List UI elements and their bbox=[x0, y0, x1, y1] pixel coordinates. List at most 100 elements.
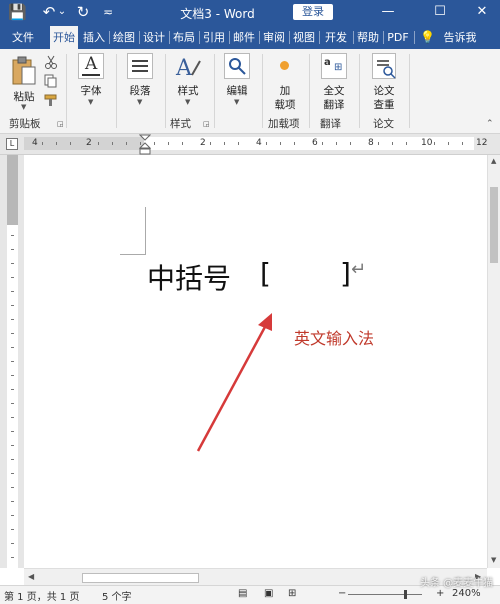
styles-label: 样式 bbox=[177, 85, 199, 97]
ruler-tick bbox=[210, 142, 211, 145]
heading-text[interactable]: 中括号 bbox=[147, 257, 231, 297]
ruler-number: 6 bbox=[312, 138, 318, 148]
ruler-tick bbox=[11, 375, 14, 376]
undo-icon[interactable]: ↶ bbox=[40, 3, 58, 21]
ruler-tick bbox=[11, 417, 14, 418]
vertical-ruler[interactable] bbox=[0, 155, 24, 568]
styles-group-label: 样式 bbox=[170, 118, 191, 130]
ruler-tick bbox=[112, 142, 113, 145]
tab-design[interactable]: 设计 bbox=[140, 26, 168, 49]
paste-label: 粘贴 bbox=[13, 91, 35, 103]
horizontal-scroll-thumb[interactable] bbox=[82, 573, 199, 583]
tab-selector-icon[interactable]: L bbox=[6, 138, 18, 150]
tab-mailings[interactable]: 邮件 bbox=[230, 26, 258, 49]
vertical-scrollbar[interactable]: ▲ ▼ bbox=[487, 155, 500, 568]
zoom-in-button[interactable]: + bbox=[436, 588, 444, 599]
edit-label: 编辑 bbox=[226, 85, 248, 97]
copy-icon[interactable] bbox=[44, 74, 58, 88]
ruler-tick bbox=[140, 142, 141, 145]
ruler-number: 4 bbox=[32, 138, 38, 148]
ruler-number: 4 bbox=[256, 138, 262, 148]
zoom-out-button[interactable]: − bbox=[338, 588, 346, 599]
ruler-tick bbox=[154, 142, 155, 145]
paste-icon bbox=[12, 56, 36, 85]
tab-pdf[interactable]: PDF bbox=[384, 26, 412, 49]
scroll-down-icon[interactable]: ▼ bbox=[491, 556, 496, 564]
status-bar: 第 1 页，共 1 页 5 个字 ▤ ▣ ⊞ − + 240% 头条 @麦麦牛猫 bbox=[0, 578, 500, 604]
word-count[interactable]: 5 个字 bbox=[102, 588, 132, 603]
ruler-tick bbox=[378, 142, 379, 145]
tab-references[interactable]: 引用 bbox=[200, 26, 228, 49]
ruler-tick bbox=[448, 142, 449, 145]
zoom-slider[interactable] bbox=[348, 594, 422, 595]
edit-button[interactable]: 编辑 ▼ bbox=[218, 53, 256, 109]
read-mode-icon[interactable]: ▤ bbox=[238, 588, 247, 599]
addin-icon bbox=[280, 61, 289, 70]
ruler-tick bbox=[224, 142, 225, 145]
dialog-launcher-icon[interactable]: ◲ bbox=[57, 120, 64, 128]
scroll-left-icon[interactable]: ◀ bbox=[28, 572, 34, 581]
tab-insert[interactable]: 插入 bbox=[80, 26, 108, 49]
login-button[interactable]: 登录 bbox=[293, 4, 333, 20]
indent-marker-icon[interactable] bbox=[139, 134, 151, 156]
document-title: 文档3 - Word bbox=[180, 7, 255, 21]
customize-toolbar-icon[interactable]: ≂ bbox=[101, 3, 115, 21]
ruler-tick bbox=[238, 142, 239, 145]
zoom-level[interactable]: 240% bbox=[452, 588, 481, 599]
zoom-slider-thumb[interactable] bbox=[404, 590, 407, 599]
restore-icon[interactable]: ☐ bbox=[430, 3, 450, 21]
ruler-tick bbox=[11, 277, 14, 278]
styles-button[interactable]: A 样式 ▼ bbox=[169, 53, 207, 109]
paper-label-line2: 查重 bbox=[373, 99, 395, 111]
ruler-tick bbox=[11, 347, 14, 348]
ruler-tick bbox=[70, 142, 71, 145]
styles-icon: A bbox=[175, 56, 201, 81]
watermark-text: 头条 @麦麦牛猫 bbox=[420, 578, 494, 589]
paper-check-button[interactable]: 论文 查重 bbox=[364, 53, 404, 111]
save-icon[interactable]: 💾 bbox=[8, 3, 27, 21]
font-button[interactable]: A 字体 ▼ bbox=[72, 53, 110, 109]
collapse-ribbon-icon[interactable]: ⌃ bbox=[486, 119, 494, 129]
ruler-tick bbox=[11, 529, 14, 530]
tab-draw[interactable]: 绘图 bbox=[110, 26, 138, 49]
bracket-close[interactable]: ] bbox=[340, 257, 351, 290]
paragraph-button[interactable]: 段落 ▼ bbox=[121, 53, 159, 109]
tab-help[interactable]: 帮助 bbox=[354, 26, 382, 49]
horizontal-scrollbar[interactable]: ◀ ▶ bbox=[24, 568, 487, 586]
tab-file[interactable]: 文件 bbox=[6, 26, 40, 49]
ruler-tick bbox=[11, 333, 14, 334]
scroll-up-icon[interactable]: ▲ bbox=[491, 157, 496, 165]
ruler-tick bbox=[11, 403, 14, 404]
ruler-tick bbox=[11, 473, 14, 474]
addin-label-line1: 加 bbox=[279, 85, 291, 97]
horizontal-ruler[interactable]: L 4 2 2 4 6 8 10 12 bbox=[0, 134, 500, 155]
tab-view[interactable]: 视图 bbox=[290, 26, 318, 49]
undo-dropdown-icon[interactable]: ⌄ bbox=[57, 3, 67, 21]
format-painter-icon[interactable] bbox=[44, 93, 58, 107]
close-icon[interactable]: ✕ bbox=[472, 3, 492, 21]
ruler-tick bbox=[42, 142, 43, 145]
tab-home[interactable]: 开始 bbox=[50, 26, 78, 50]
translate-label-line1: 全文 bbox=[323, 85, 345, 97]
addins-button[interactable]: 加 载项 bbox=[266, 53, 304, 111]
full-translate-button[interactable]: a ⊞ 全文 翻译 bbox=[314, 53, 354, 111]
vertical-scroll-thumb[interactable] bbox=[490, 187, 498, 263]
redo-icon[interactable]: ↻ bbox=[74, 3, 92, 21]
ruler-tick bbox=[126, 142, 127, 145]
document-page[interactable]: 中括号 [ ] ↵ 英文输入法 bbox=[24, 155, 487, 568]
cut-icon[interactable] bbox=[44, 55, 58, 69]
print-layout-icon[interactable]: ▣ bbox=[264, 588, 273, 599]
ruler-tick bbox=[11, 515, 14, 516]
ruler-number: 2 bbox=[200, 138, 206, 148]
minimize-icon[interactable]: — bbox=[378, 3, 398, 21]
tell-me-search[interactable]: 告诉我 bbox=[440, 26, 480, 49]
ruler-tick bbox=[56, 142, 57, 145]
styles-dialog-launcher-icon[interactable]: ◲ bbox=[203, 120, 210, 128]
web-layout-icon[interactable]: ⊞ bbox=[288, 588, 296, 599]
ruler-tick bbox=[11, 389, 14, 390]
page-info[interactable]: 第 1 页，共 1 页 bbox=[4, 588, 79, 603]
tab-developer[interactable]: 开发 bbox=[320, 26, 352, 49]
tab-review[interactable]: 审阅 bbox=[260, 26, 288, 49]
tab-layout[interactable]: 布局 bbox=[170, 26, 198, 49]
bracket-open[interactable]: [ bbox=[260, 257, 271, 290]
